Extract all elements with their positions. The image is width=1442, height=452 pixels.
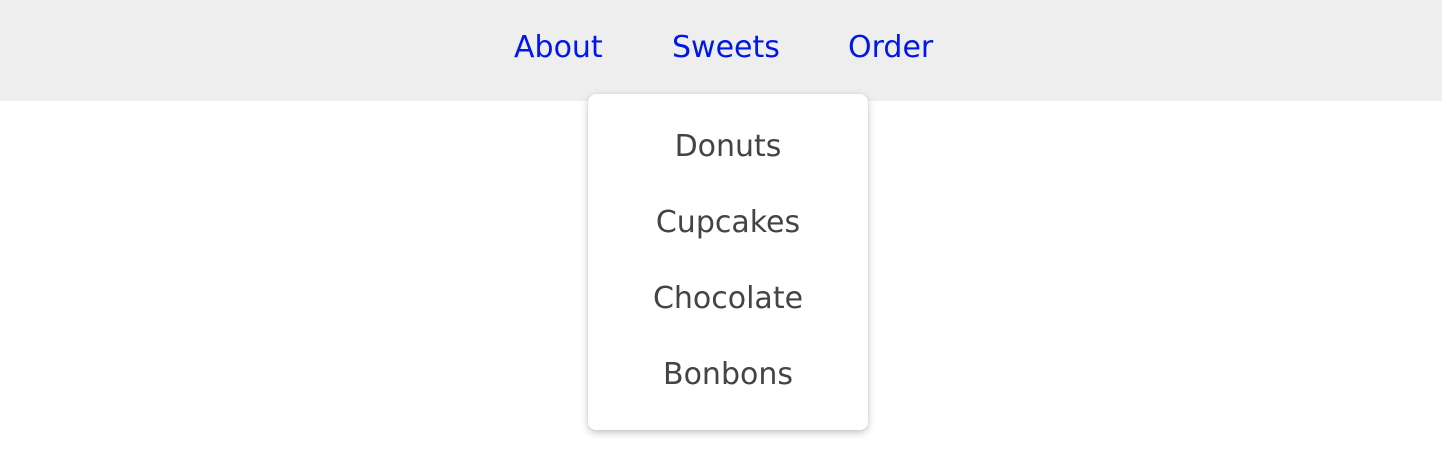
dropdown-item-bonbons[interactable]: Bonbons (588, 350, 868, 400)
dropdown-item-donuts[interactable]: Donuts (588, 122, 868, 172)
nav-link-sweets[interactable]: Sweets (672, 28, 780, 68)
dropdown-item-cupcakes[interactable]: Cupcakes (588, 198, 868, 248)
dropdown-item-chocolate[interactable]: Chocolate (588, 274, 868, 324)
sweets-dropdown-menu: Donuts Cupcakes Chocolate Bonbons (588, 94, 868, 430)
top-navbar: About Sweets Order (0, 0, 1442, 101)
nav-link-order[interactable]: Order (848, 28, 933, 68)
nav-link-about[interactable]: About (514, 28, 603, 68)
